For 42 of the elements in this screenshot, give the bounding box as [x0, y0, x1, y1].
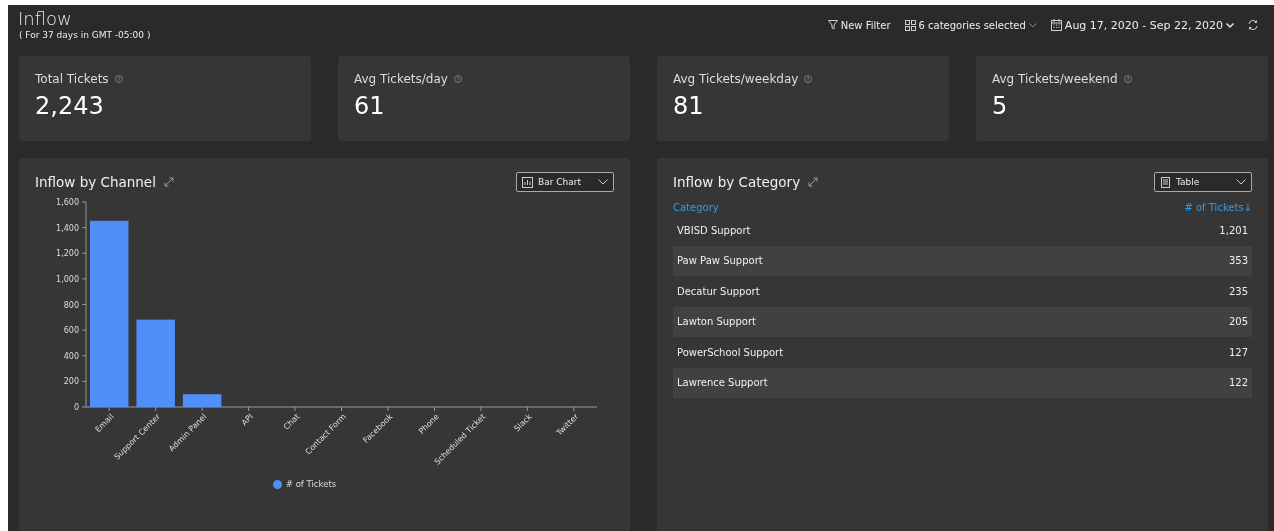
axis-tick-label: 200 — [63, 377, 79, 387]
table-cell: Lawton Support — [677, 316, 756, 328]
stat-value: 5 — [992, 92, 1009, 120]
table-cell: 353 — [1228, 255, 1248, 267]
new-filter-button[interactable]: New Filter — [825, 17, 893, 33]
table-cell: 235 — [1228, 285, 1248, 297]
view-dropdown[interactable]: Bar Chart — [516, 172, 614, 192]
legend-label: # of Tickets — [285, 479, 337, 489]
axis-tick-label: 400 — [63, 351, 79, 361]
categories-dropdown[interactable]: 6 categories selected — [902, 17, 1039, 33]
table-cell: VBISD Support — [677, 224, 751, 236]
axis-tick-label: 1,000 — [56, 274, 79, 284]
column-header[interactable]: Category — [673, 199, 719, 215]
stat-label: Avg Tickets/day — [354, 72, 448, 86]
table-cell: 127 — [1228, 346, 1248, 358]
table-cell: Paw Paw Support — [677, 255, 763, 267]
table-cell: Decatur Support — [677, 285, 760, 297]
axis-tick-label: 800 — [63, 300, 79, 310]
table-cell: 205 — [1228, 316, 1248, 328]
stat-value: 61 — [354, 92, 386, 120]
stat-label: Total Tickets — [35, 72, 109, 86]
panel-title: Inflow by Category — [673, 174, 801, 190]
table-cell: Lawrence Support — [677, 377, 768, 389]
page-title: Inflow — [18, 8, 73, 29]
stat-value: 81 — [673, 92, 705, 120]
table-cell: 1,201 — [1219, 224, 1248, 236]
page-subtitle: ( For 37 days in GMT -05:00 ) — [19, 30, 151, 40]
column-header[interactable]: # of Tickets↓ — [1184, 199, 1252, 215]
axis-tick-label: 600 — [63, 326, 79, 336]
axis-tick-label: 1,200 — [56, 249, 79, 259]
date-range-picker[interactable]: Aug 17, 2020 - Sep 22, 2020 — [1048, 16, 1236, 34]
axis-tick-label: 1,400 — [56, 223, 79, 233]
table-cell: 122 — [1228, 377, 1248, 389]
axis-tick-label: 1,600 — [56, 198, 79, 207]
axis-category-label: API — [239, 412, 255, 428]
panel-title: Inflow by Channel — [35, 174, 156, 190]
view-dropdown[interactable]: Table — [1154, 172, 1252, 192]
axis-tick-label: 0 — [73, 403, 79, 412]
stat-label: Avg Tickets/weekday — [673, 72, 799, 86]
table-cell: PowerSchool Support — [677, 346, 784, 358]
stat-value: 2,243 — [35, 92, 105, 120]
stat-label: Avg Tickets/weekend — [992, 72, 1118, 86]
